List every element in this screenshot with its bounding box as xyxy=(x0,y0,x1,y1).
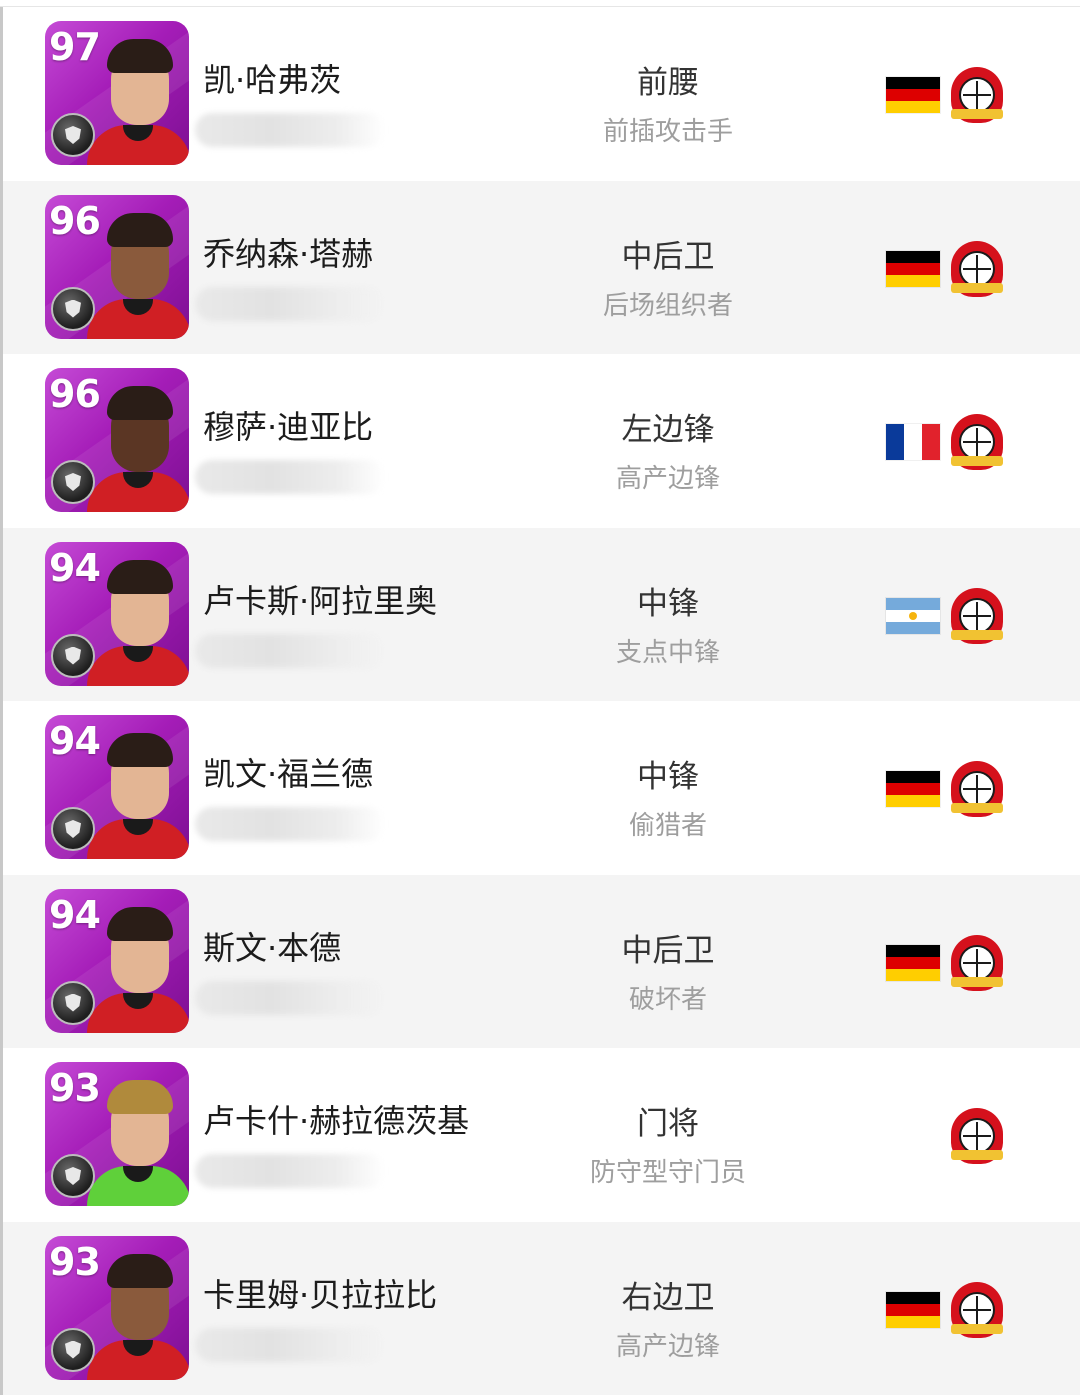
bayer-leverkusen-crest-icon xyxy=(947,412,1007,472)
player-rating: 94 xyxy=(49,548,100,588)
player-rating: 94 xyxy=(49,721,100,761)
card-type-badge-icon xyxy=(51,287,95,331)
player-row[interactable]: 94 卢卡斯·阿拉里奥 中锋 支点中锋 xyxy=(0,528,1080,702)
bayer-leverkusen-crest-icon xyxy=(947,65,1007,125)
player-portrait xyxy=(93,727,185,859)
player-card[interactable]: 96 xyxy=(45,195,189,339)
card-type-badge-icon xyxy=(51,1154,95,1198)
player-row[interactable]: 96 乔纳森·塔赫 中后卫 后场组织者 xyxy=(0,181,1080,355)
player-card[interactable]: 94 xyxy=(45,889,189,1033)
card-type-badge-icon xyxy=(51,460,95,504)
bayer-leverkusen-crest-icon xyxy=(947,1106,1007,1166)
player-name: 乔纳森·塔赫 xyxy=(203,229,373,275)
player-row[interactable]: 93 卡里姆·贝拉拉比 右边卫 高产边锋 xyxy=(0,1222,1080,1395)
blurred-detail xyxy=(195,1154,385,1188)
france-flag-icon xyxy=(886,424,940,460)
card-type-badge-icon xyxy=(51,807,95,851)
blurred-detail xyxy=(195,287,385,321)
bayer-leverkusen-crest-icon xyxy=(947,759,1007,819)
player-row[interactable]: 94 斯文·本德 中后卫 破坏者 xyxy=(0,875,1080,1049)
player-rating: 96 xyxy=(49,374,100,414)
player-card[interactable]: 93 xyxy=(45,1236,189,1380)
blurred-detail xyxy=(195,807,385,841)
player-portrait xyxy=(93,380,185,512)
bayer-leverkusen-crest-icon xyxy=(947,1280,1007,1340)
player-rating: 96 xyxy=(49,201,100,241)
player-name: 卢卡什·赫拉德茨基 xyxy=(203,1096,469,1142)
blurred-detail xyxy=(195,981,385,1015)
player-card[interactable]: 94 xyxy=(45,715,189,859)
player-position: 中锋 xyxy=(563,751,773,796)
player-position: 右边卫 xyxy=(563,1272,773,1317)
player-role: 后场组织者 xyxy=(563,285,773,322)
germany-flag-icon xyxy=(886,1292,940,1328)
player-name: 卢卡斯·阿拉里奥 xyxy=(203,576,437,622)
player-rating: 97 xyxy=(49,27,100,67)
player-portrait xyxy=(93,207,185,339)
player-list: 97 凯·哈弗茨 前腰 前插攻击手 96 乔纳森·塔赫 中后卫 后场组织者 xyxy=(0,6,1080,1395)
card-type-badge-icon xyxy=(51,981,95,1025)
player-row[interactable]: 93 卢卡什·赫拉德茨基 门将 防守型守门员 xyxy=(0,1048,1080,1222)
player-portrait xyxy=(93,33,185,165)
player-rating: 93 xyxy=(49,1068,100,1108)
player-role: 高产边锋 xyxy=(563,1326,773,1363)
blurred-detail xyxy=(195,1328,385,1362)
player-role: 偷猎者 xyxy=(563,805,773,842)
player-card[interactable]: 97 xyxy=(45,21,189,165)
player-name: 凯·哈弗茨 xyxy=(203,55,341,101)
player-name: 穆萨·迪亚比 xyxy=(203,402,373,448)
blurred-detail xyxy=(195,634,385,668)
card-type-badge-icon xyxy=(51,634,95,678)
player-position: 中后卫 xyxy=(563,925,773,970)
player-name: 卡里姆·贝拉拉比 xyxy=(203,1270,437,1316)
germany-flag-icon xyxy=(886,771,940,807)
player-card[interactable]: 93 xyxy=(45,1062,189,1206)
blurred-detail xyxy=(195,113,385,147)
player-position: 中锋 xyxy=(563,578,773,623)
bayer-leverkusen-crest-icon xyxy=(947,933,1007,993)
germany-flag-icon xyxy=(886,77,940,113)
player-portrait xyxy=(93,554,185,686)
player-row[interactable]: 96 穆萨·迪亚比 左边锋 高产边锋 xyxy=(0,354,1080,528)
player-card[interactable]: 94 xyxy=(45,542,189,686)
argentina-flag-icon xyxy=(886,598,940,634)
germany-flag-icon xyxy=(886,945,940,981)
player-role: 防守型守门员 xyxy=(563,1152,773,1189)
player-name: 斯文·本德 xyxy=(203,923,341,969)
bayer-leverkusen-crest-icon xyxy=(947,586,1007,646)
player-row[interactable]: 94 凯文·福兰德 中锋 偷猎者 xyxy=(0,701,1080,875)
player-rating: 93 xyxy=(49,1242,100,1282)
player-portrait xyxy=(93,1248,185,1380)
player-rating: 94 xyxy=(49,895,100,935)
player-row[interactable]: 97 凯·哈弗茨 前腰 前插攻击手 xyxy=(0,7,1080,181)
bayer-leverkusen-crest-icon xyxy=(947,239,1007,299)
player-name: 凯文·福兰德 xyxy=(203,749,373,795)
player-position: 门将 xyxy=(563,1098,773,1143)
player-role: 前插攻击手 xyxy=(563,111,773,148)
player-position: 左边锋 xyxy=(563,404,773,449)
player-role: 支点中锋 xyxy=(563,632,773,669)
card-type-badge-icon xyxy=(51,1328,95,1372)
player-card[interactable]: 96 xyxy=(45,368,189,512)
player-portrait xyxy=(93,1074,185,1206)
player-portrait xyxy=(93,901,185,1033)
player-role: 高产边锋 xyxy=(563,458,773,495)
player-position: 前腰 xyxy=(563,57,773,102)
card-type-badge-icon xyxy=(51,113,95,157)
player-role: 破坏者 xyxy=(563,979,773,1016)
player-position: 中后卫 xyxy=(563,231,773,276)
germany-flag-icon xyxy=(886,251,940,287)
blurred-detail xyxy=(195,460,385,494)
